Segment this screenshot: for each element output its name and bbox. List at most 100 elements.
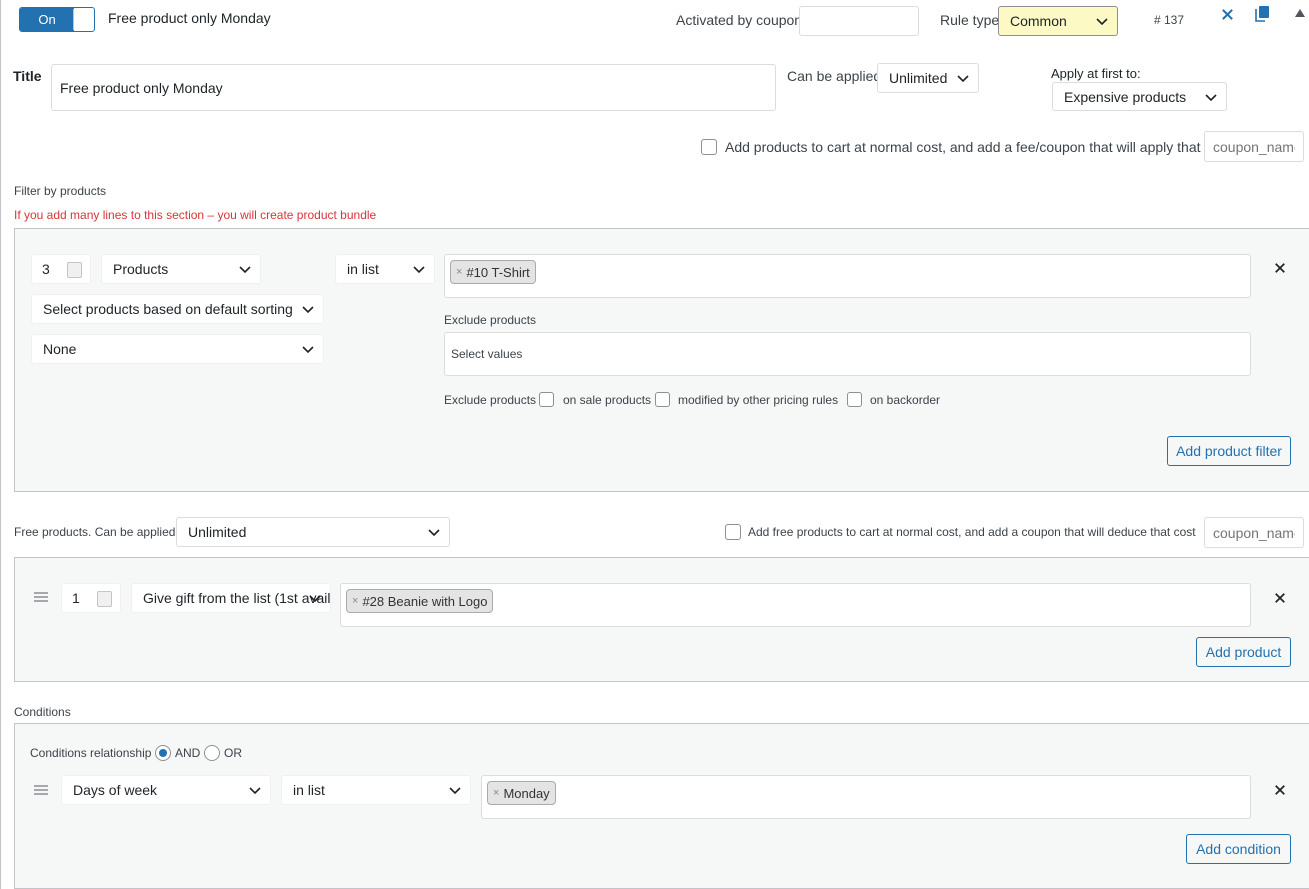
free-coupon-input[interactable] (1204, 517, 1304, 548)
condition-field-value: Days of week (73, 782, 158, 798)
exclude-options-label: Exclude products (444, 393, 537, 407)
chevron-down-icon (248, 783, 262, 797)
backorder-label: on backorder (870, 393, 941, 407)
remove-tag-icon[interactable]: × (456, 266, 462, 278)
apply-first-select[interactable]: Expensive products (1052, 82, 1227, 111)
conditions-panel: Conditions relationship AND OR Days of w… (14, 723, 1309, 889)
free-products-label: Free products. Can be applied (14, 525, 176, 539)
chevron-down-icon (1204, 90, 1218, 104)
drag-handle-icon[interactable] (34, 592, 48, 602)
chevron-down-icon (238, 262, 252, 276)
tag-chip: × #28 Beanie with Logo (346, 589, 494, 613)
chevron-down-icon (956, 71, 970, 85)
modified-label: modified by other pricing rules (678, 393, 839, 407)
filter-products-tagbox[interactable]: × #10 T-Shirt (444, 254, 1251, 298)
chevron-down-icon (427, 525, 441, 539)
collapse-arrow-icon[interactable] (1295, 9, 1305, 17)
chevron-down-icon (301, 342, 315, 356)
sorting-value: Select products based on default sorting (43, 301, 293, 317)
and-radio[interactable] (155, 745, 171, 761)
gift-mode-select[interactable]: Give gift from the list (1st available) (131, 583, 331, 613)
add-product-filter-button[interactable]: Add product filter (1167, 436, 1291, 466)
or-label: OR (224, 746, 242, 760)
rule-name: Free product only Monday (108, 10, 271, 26)
filter-type-value: Products (113, 261, 169, 277)
title-input[interactable]: Free product only Monday (51, 64, 776, 111)
chevron-down-icon (308, 591, 322, 605)
remove-free-product-icon[interactable] (1274, 592, 1286, 604)
toggle-on-state: On (20, 8, 74, 31)
tag-label: Monday (503, 785, 550, 801)
on-sale-label: on sale products (563, 393, 652, 407)
title-label: Title (13, 68, 42, 84)
exclude-placeholder: Select values (451, 347, 523, 361)
filter-section-label: Filter by products (14, 184, 107, 198)
can-be-applied-value: Unlimited (889, 70, 948, 86)
filter-qty-value: 3 (42, 261, 50, 277)
product-filter-panel: 3 Products in list × #10 T-Shirt Select … (14, 228, 1309, 492)
drag-handle-icon[interactable] (34, 785, 48, 795)
conditions-relationship-label: Conditions relationship (30, 746, 152, 760)
can-be-applied-label: Can be applied (787, 68, 882, 84)
fee-coupon-checkbox[interactable] (701, 139, 717, 155)
chevron-down-icon (301, 302, 315, 316)
or-radio[interactable] (204, 745, 220, 761)
apply-first-label: Apply at first to: (1051, 66, 1141, 81)
remove-tag-icon[interactable]: × (493, 787, 499, 799)
rule-type-value: Common (1010, 13, 1067, 29)
modified-checkbox[interactable] (655, 392, 670, 407)
bundle-warning: If you add many lines to this section – … (14, 208, 377, 222)
fee-coupon-label: Add products to cart at normal cost, and… (725, 139, 1231, 155)
condition-operator-select[interactable]: in list (281, 775, 471, 805)
free-products-panel: 1 Give gift from the list (1st available… (14, 557, 1309, 682)
extra-select[interactable]: None (31, 334, 324, 364)
rule-type-select[interactable]: Common (998, 6, 1118, 36)
remove-filter-icon[interactable] (1274, 262, 1286, 274)
free-qty-value: 1 (72, 590, 80, 606)
remove-condition-icon[interactable] (1274, 784, 1286, 796)
on-sale-checkbox[interactable] (539, 392, 554, 407)
can-be-applied-select[interactable]: Unlimited (877, 63, 979, 93)
add-product-button[interactable]: Add product (1196, 637, 1291, 667)
backorder-checkbox[interactable] (847, 392, 862, 407)
condition-operator-value: in list (293, 782, 325, 798)
coupon-input[interactable] (799, 6, 919, 36)
conditions-section-label: Conditions (14, 705, 71, 719)
free-can-be-applied-value: Unlimited (188, 524, 247, 540)
filter-operator-select[interactable]: in list (335, 254, 435, 284)
rule-type-label: Rule type (940, 12, 1000, 28)
gift-mode-value: Give gift from the list (1st available) (143, 590, 331, 606)
stepper-arrows-icon[interactable] (67, 262, 82, 278)
free-can-be-applied-select[interactable]: Unlimited (176, 517, 450, 547)
tag-chip: × #10 T-Shirt (450, 260, 536, 284)
fee-coupon-input[interactable] (1204, 131, 1304, 162)
exclude-products-input[interactable]: Select values (444, 332, 1251, 376)
remove-tag-icon[interactable]: × (352, 595, 358, 607)
toggle-knob (73, 9, 93, 30)
add-condition-button[interactable]: Add condition (1186, 834, 1291, 864)
free-coupon-checkbox[interactable] (725, 524, 741, 540)
chevron-down-icon (412, 262, 426, 276)
title-value: Free product only Monday (60, 79, 223, 96)
toggle-label: On (38, 12, 56, 27)
tag-label: #10 T-Shirt (466, 264, 530, 280)
apply-first-value: Expensive products (1064, 88, 1187, 105)
coupon-label: Activated by coupon (676, 12, 803, 28)
filter-operator-value: in list (347, 261, 379, 277)
condition-field-select[interactable]: Days of week (61, 775, 271, 805)
rule-id: # 137 (1154, 13, 1185, 27)
chevron-down-icon (448, 783, 462, 797)
on-off-toggle[interactable]: On (19, 7, 95, 32)
copy-rule-icon[interactable] (1255, 6, 1269, 22)
delete-rule-icon[interactable] (1221, 8, 1234, 21)
free-qty-stepper[interactable]: 1 (61, 583, 121, 613)
sorting-select[interactable]: Select products based on default sorting (31, 294, 324, 324)
tag-chip: × Monday (487, 781, 556, 805)
filter-qty-stepper[interactable]: 3 (31, 254, 91, 284)
filter-type-select[interactable]: Products (101, 254, 261, 284)
stepper-arrows-icon[interactable] (97, 591, 112, 607)
chevron-down-icon (1095, 14, 1109, 28)
and-label: AND (175, 746, 201, 760)
free-products-tagbox[interactable]: × #28 Beanie with Logo (340, 583, 1251, 627)
condition-values-tagbox[interactable]: × Monday (481, 775, 1251, 819)
